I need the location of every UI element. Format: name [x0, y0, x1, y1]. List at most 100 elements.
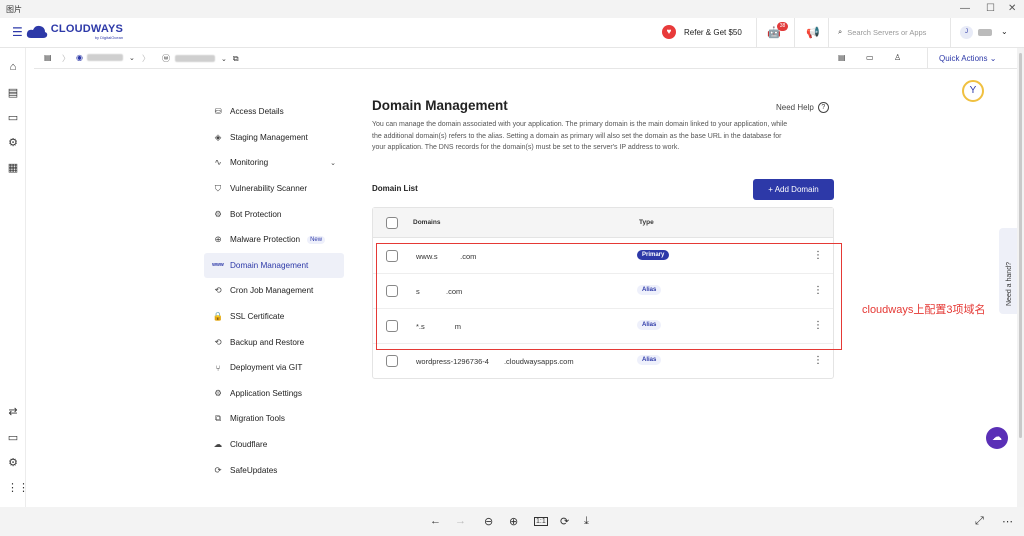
scrollbar-thumb[interactable] — [1019, 53, 1022, 438]
row-checkbox[interactable] — [386, 355, 398, 367]
nav-item-icon: ∿ — [214, 157, 222, 168]
nav-item[interactable]: ⟲ Cron Job Management — [204, 278, 344, 304]
applications-icon[interactable]: ▭ — [7, 111, 19, 124]
megaphone-icon[interactable]: 📢 — [806, 26, 820, 39]
servers-icon[interactable]: ▤ — [7, 86, 19, 99]
nav-item[interactable]: ∿ Monitoring ⌄ — [204, 150, 344, 176]
close-icon[interactable]: ✕ — [1008, 3, 1016, 14]
chevron-down-icon[interactable]: ⌄ — [330, 159, 336, 167]
chat-bot-icon[interactable]: ☁ — [986, 427, 1008, 449]
server-list-icon[interactable]: ▤ — [44, 53, 52, 62]
nav-item[interactable]: ⚙ Bot Protection — [204, 201, 344, 227]
folder-icon[interactable]: ▭ — [866, 53, 874, 62]
nav-item-label: Application Settings — [230, 388, 302, 398]
copy-icon[interactable]: ⧉ — [233, 54, 239, 64]
left-rail: ⌂ ▤ ▭ ⚙ ▦ ⇄ ▭ ⚙ ⋮⋮ — [0, 48, 29, 507]
zoom-in-icon[interactable]: ⊕ — [509, 515, 518, 528]
nav-item-label: Deployment via GIT — [230, 363, 303, 373]
menu-icon[interactable]: ☰ — [12, 25, 23, 39]
servers-shortcut-icon[interactable]: ▤ — [838, 53, 846, 62]
nav-item[interactable]: ⛉ Vulnerability Scanner — [204, 176, 344, 202]
apps-grid-icon[interactable]: ⋮⋮ — [7, 481, 29, 494]
nav-item[interactable]: ⊕ Malware Protection New — [204, 227, 344, 253]
nav-item[interactable]: www Domain Management — [204, 252, 344, 279]
table-row: wordpress-1296736-4 .cloudwaysapps.com Al… — [373, 344, 833, 379]
more-options-icon[interactable]: ⋮ — [813, 250, 823, 261]
rotate-icon[interactable]: ⟳ — [560, 515, 569, 528]
next-icon[interactable]: → — [455, 515, 466, 527]
nav-item-icon: 🔒 — [212, 311, 224, 322]
nav-item-label: Domain Management — [230, 260, 309, 270]
more-options-icon[interactable]: ⋮ — [813, 320, 823, 331]
add-domain-button[interactable]: + Add Domain — [753, 179, 834, 200]
nav-item-icon: ⛁ — [214, 106, 222, 117]
avatar[interactable]: J — [960, 26, 973, 39]
folder-icon[interactable]: ▭ — [7, 431, 19, 444]
chevron-down-icon[interactable]: ⌄ — [1001, 27, 1008, 36]
nav-item[interactable]: ◈ Staging Management — [204, 125, 344, 151]
notification-badge: 38 — [777, 22, 788, 31]
nav-item-label: Migration Tools — [230, 414, 285, 424]
zoom-out-icon[interactable]: ⊖ — [484, 515, 493, 528]
need-help-link[interactable]: Need Help ? — [776, 102, 829, 113]
table-row: www.s .com Primary ⋮ — [373, 239, 833, 274]
refer-button[interactable]: ♥ Refer & Get $50 — [662, 25, 742, 39]
wordpress-icon: ⓦ — [162, 54, 170, 63]
nav-item[interactable]: 🔒 SSL Certificate — [204, 304, 344, 330]
col-domains: Domains — [413, 219, 441, 226]
home-icon[interactable]: ⌂ — [7, 61, 19, 73]
minimize-icon[interactable]: — — [960, 3, 970, 14]
row-checkbox[interactable] — [386, 250, 398, 262]
maximize-icon[interactable]: ☐ — [986, 3, 995, 14]
fullscreen-icon[interactable]: ⤢ — [975, 515, 984, 528]
nav-item[interactable]: ⟳ SafeUpdates — [204, 457, 344, 483]
heart-icon: ♥ — [662, 25, 676, 39]
breadcrumb-separator: 〉 — [142, 54, 150, 63]
nav-item[interactable]: ⚙ Application Settings — [204, 381, 344, 407]
assistant-logo-icon[interactable]: Y — [962, 80, 984, 102]
nav-item[interactable]: ⟲ Backup and Restore — [204, 329, 344, 355]
select-all-checkbox[interactable] — [386, 217, 398, 229]
row-checkbox[interactable] — [386, 285, 398, 297]
nav-item[interactable]: ⑂ Deployment via GIT — [204, 355, 344, 381]
need-help-label: Need Help — [776, 103, 814, 112]
nav-item-label: Staging Management — [230, 132, 308, 142]
viewer-title-bar: 图片 — ☐ ✕ — [0, 0, 1024, 18]
table-row: s .com Alias ⋮ — [373, 274, 833, 309]
app-selector[interactable]: ⓦ ⌄ ⧉ — [162, 53, 239, 64]
server-selector[interactable]: ◉ ⌄ — [76, 53, 135, 62]
download-icon[interactable]: ⤓ — [584, 515, 589, 528]
user-icon[interactable]: ♙ — [894, 53, 901, 62]
row-checkbox[interactable] — [386, 320, 398, 332]
more-options-icon[interactable]: ⋮ — [813, 355, 823, 366]
search-input[interactable]: Search Servers or Apps — [847, 28, 926, 37]
nav-item[interactable]: ⧉ Migration Tools — [204, 406, 344, 432]
nav-item-icon: ☁ — [213, 439, 223, 450]
nav-item[interactable]: ☁ Cloudflare — [204, 432, 344, 458]
quick-actions-button[interactable]: Quick Actions ⌄ — [939, 54, 996, 63]
prev-icon[interactable]: ← — [430, 515, 441, 527]
nav-item-icon: ⚙ — [214, 387, 222, 398]
billing-icon[interactable]: ▦ — [7, 161, 19, 174]
divider — [828, 18, 829, 48]
team-icon[interactable]: ⇄ — [7, 405, 19, 418]
domain-name: *.s m — [416, 322, 461, 331]
search-box[interactable]: ⌕ Search Servers or Apps — [838, 27, 926, 37]
settings-icon[interactable]: ⚙ — [7, 456, 19, 469]
nav-item-icon: ⟲ — [214, 336, 222, 347]
addons-icon[interactable]: ⚙ — [7, 136, 19, 149]
actual-size-icon[interactable]: 1:1 — [534, 517, 548, 526]
brand-sub: by DigitalOcean — [94, 35, 124, 40]
nav-item-icon: ◈ — [214, 131, 222, 142]
cloudways-logo[interactable]: ☰ CLOUDWAYS by DigitalOcean — [12, 23, 124, 41]
more-options-icon[interactable]: ⋮ — [813, 285, 823, 296]
domain-type-badge: Alias — [637, 320, 662, 330]
domain-table: Domains Type www.s .com Primary ⋮ s .com Ali… — [372, 207, 834, 379]
brand-name: CLOUDWAYS — [50, 23, 124, 35]
more-icon[interactable]: ⋯ — [1002, 515, 1013, 528]
nav-item-label: Cron Job Management — [230, 286, 314, 296]
annotation-text: cloudways上配置3项域名 — [862, 304, 986, 316]
nav-item[interactable]: ⛁ Access Details — [204, 99, 344, 125]
domain-type-badge: Primary — [637, 250, 670, 260]
nav-item-label: Backup and Restore — [230, 337, 305, 347]
